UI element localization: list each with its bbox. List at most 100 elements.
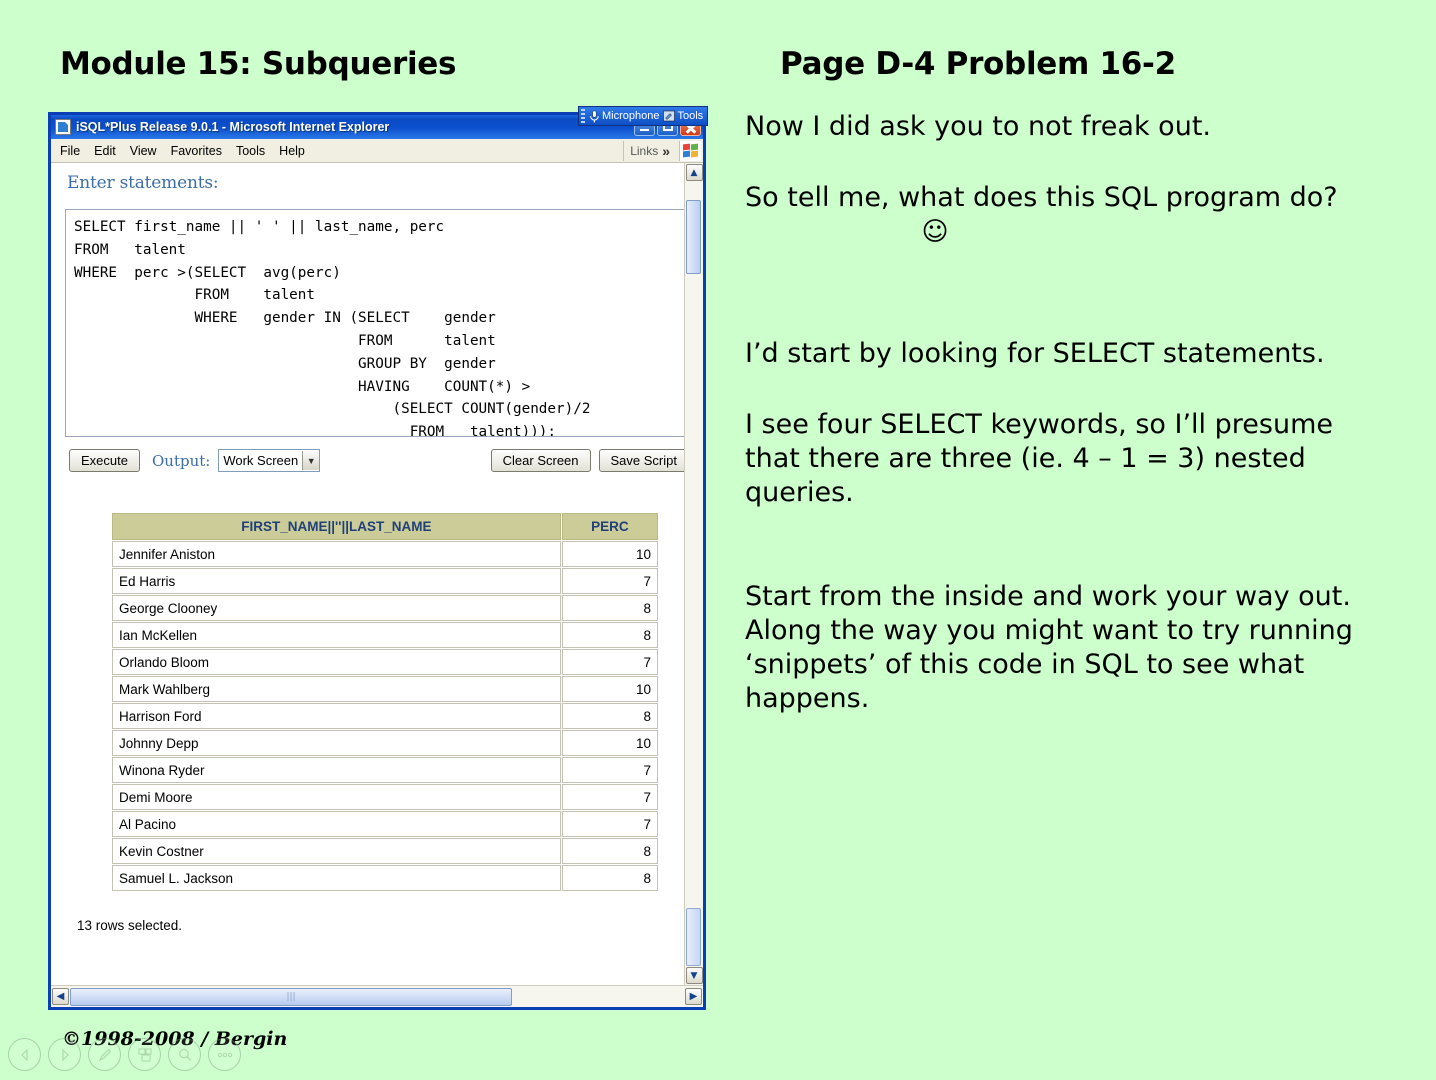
cell-perc: 7	[561, 784, 658, 810]
horizontal-scroll-thumb[interactable]: |||	[70, 987, 513, 1006]
pen-icon	[98, 1048, 111, 1061]
menu-bar[interactable]: File Edit View Favorites Tools Help Link…	[51, 139, 703, 163]
microphone-label: Microphone	[602, 110, 660, 122]
scroll-left-button[interactable]: ◀	[52, 988, 69, 1005]
window-title: iSQL*Plus Release 9.0.1 - Microsoft Inte…	[76, 120, 390, 134]
cell-perc: 8	[561, 865, 658, 891]
cell-perc: 8	[561, 838, 658, 864]
browser-page: Enter statements: SELECT first_name || '…	[51, 163, 703, 1007]
cell-name: Ed Harris	[112, 568, 561, 594]
narrative-panel: Now I did ask you to not freak out. So t…	[745, 110, 1385, 716]
rows-selected-message: 13 rows selected.	[77, 918, 183, 933]
narrative-paragraph-1: Now I did ask you to not freak out.	[745, 111, 1211, 142]
tools-button[interactable]: Tools	[663, 110, 703, 122]
chevron-right-icon[interactable]: »	[662, 143, 670, 159]
tools-label: Tools	[677, 110, 704, 122]
previous-slide-button[interactable]	[8, 1038, 41, 1071]
table-row: Demi Moore 7	[112, 784, 658, 810]
menu-item-favorites[interactable]: Favorites	[164, 142, 229, 160]
pen-tool-button[interactable]	[88, 1038, 121, 1071]
scroll-up-button[interactable]: ▲	[685, 164, 703, 181]
ie-document-icon	[55, 119, 71, 135]
slideshow-navigation[interactable]	[8, 1038, 241, 1071]
enter-statements-label: Enter statements:	[67, 173, 219, 193]
cell-name: George Clooney	[112, 595, 561, 621]
cell-name: Demi Moore	[112, 784, 561, 810]
search-icon	[178, 1048, 191, 1061]
cell-name: Jennifer Aniston	[112, 541, 561, 567]
next-slide-icon	[61, 1048, 69, 1061]
clear-screen-button[interactable]: Clear Screen	[490, 449, 591, 472]
table-row: Harrison Ford 8	[112, 703, 658, 729]
table-row: Al Pacino 7	[112, 811, 658, 837]
cell-perc: 7	[561, 649, 658, 675]
scroll-right-button[interactable]: ▶	[685, 988, 702, 1005]
horizontal-scroll-track[interactable]: |||	[70, 987, 684, 1006]
table-row: Kevin Costner 8	[112, 838, 658, 864]
cell-perc: 10	[561, 676, 658, 702]
table-row: George Clooney 8	[112, 595, 658, 621]
menu-item-edit[interactable]: Edit	[87, 142, 123, 160]
vertical-scroll-track[interactable]	[685, 182, 703, 966]
next-slide-button[interactable]	[48, 1038, 81, 1071]
output-select[interactable]: Work Screen ▼	[218, 449, 321, 472]
cell-name: Winona Ryder	[112, 757, 561, 783]
more-options-button[interactable]	[208, 1038, 241, 1071]
isqlplus-content: Enter statements: SELECT first_name || '…	[51, 163, 703, 985]
isqlplus-button-bar: Execute Output: Work Screen ▼ Clear Scre…	[69, 449, 689, 472]
chevron-down-icon[interactable]: ▼	[302, 451, 320, 470]
menu-item-file[interactable]: File	[53, 142, 87, 160]
vertical-scroll-thumb[interactable]	[686, 200, 701, 274]
cell-perc: 10	[561, 541, 658, 567]
menu-item-view[interactable]: View	[123, 142, 164, 160]
table-header-row: FIRST_NAME||''||LAST_NAME PERC	[112, 513, 658, 540]
smiley-icon: ☺	[921, 217, 949, 247]
narrative-paragraph-5: Start from the inside and work your way …	[745, 581, 1353, 714]
microphone-button[interactable]: Microphone	[589, 110, 659, 123]
execute-button[interactable]: Execute	[69, 449, 140, 472]
tools-icon	[663, 110, 676, 122]
cell-perc: 8	[561, 703, 658, 729]
table-row: Orlando Bloom 7	[112, 649, 658, 675]
results-table-wrapper: FIRST_NAME||''||LAST_NAME PERC Jennifer …	[111, 512, 659, 892]
table-row: Jennifer Aniston 10	[112, 541, 658, 567]
table-row: Winona Ryder 7	[112, 757, 658, 783]
cell-perc: 8	[561, 595, 658, 621]
page-title: Module 15: Subqueries	[60, 46, 457, 82]
sql-input-textarea[interactable]: SELECT first_name || ' ' || last_name, p…	[65, 209, 689, 437]
results-table: FIRST_NAME||''||LAST_NAME PERC Jennifer …	[111, 512, 659, 892]
narrative-paragraph-3: I’d start by looking for SELECT statemen…	[745, 338, 1325, 369]
page-subtitle: Page D-4 Problem 16-2	[780, 46, 1176, 82]
cell-perc: 7	[561, 811, 658, 837]
cell-perc: 10	[561, 730, 658, 756]
more-options-icon	[217, 1052, 232, 1057]
results-table-body: Jennifer Aniston 10 Ed Harris 7 George Cloon…	[112, 541, 658, 891]
menu-item-tools[interactable]: Tools	[229, 142, 272, 160]
vertical-scrollbar[interactable]: ▲ ▼	[684, 163, 703, 985]
cell-name: Mark Wahlberg	[112, 676, 561, 702]
links-label: Links	[630, 143, 659, 158]
save-script-button[interactable]: Save Script	[598, 449, 689, 472]
cell-name: Kevin Costner	[112, 838, 561, 864]
cell-name: Harrison Ford	[112, 703, 561, 729]
narrative-paragraph-4: I see four SELECT keywords, so I’ll pres…	[745, 409, 1333, 508]
column-header-perc: PERC	[561, 513, 658, 540]
cell-perc: 7	[561, 757, 658, 783]
slide-thumbnails-button[interactable]	[128, 1038, 161, 1071]
links-bar[interactable]: Links »	[623, 140, 676, 161]
speech-toolbar[interactable]: Microphone Tools	[578, 106, 709, 126]
table-row: Samuel L. Jackson 8	[112, 865, 658, 891]
search-button[interactable]	[168, 1038, 201, 1071]
table-row: Johnny Depp 10	[112, 730, 658, 756]
horizontal-scrollbar[interactable]: ◀ ||| ▶	[51, 985, 703, 1007]
slides-icon	[137, 1047, 152, 1062]
sql-statement-text: SELECT first_name || ' ' || last_name, p…	[74, 219, 591, 437]
vertical-scroll-thumb-lower[interactable]	[686, 908, 701, 966]
narrative-paragraph-2: So tell me, what does this SQL program d…	[745, 182, 1338, 213]
menu-item-help[interactable]: Help	[272, 142, 312, 160]
cell-name: Orlando Bloom	[112, 649, 561, 675]
cell-name: Al Pacino	[112, 811, 561, 837]
scroll-down-button[interactable]: ▼	[685, 967, 703, 984]
toolbar-grip[interactable]	[581, 109, 585, 123]
previous-slide-icon	[20, 1048, 28, 1061]
